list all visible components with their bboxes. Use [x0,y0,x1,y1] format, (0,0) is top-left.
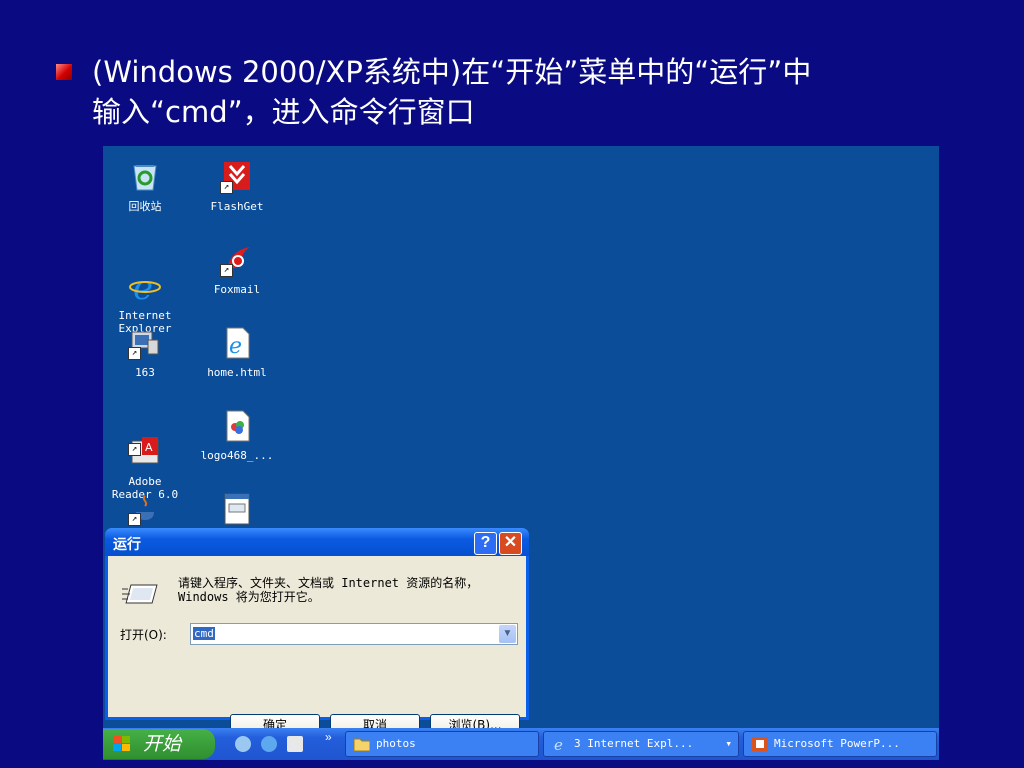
desktop-icon-recycle-bin[interactable]: 回收站 [103,160,187,213]
network-computer-icon: ↗ [128,326,162,360]
run-icon [122,581,160,607]
desktop-icon-window-partial[interactable] [195,492,279,532]
run-dialog: 运行 ? ✕ 请键入程序、文件夹、文档或 Internet 资源的名称，Wind… [105,528,529,738]
quicklaunch-outlook-icon[interactable] [287,736,303,752]
desktop-icon-label: home.html [207,366,267,379]
chevron-down-icon[interactable]: ▼ [499,625,516,643]
slide-text-line-1: (Windows 2000/XP系统中)在“开始”菜单中的“运行”中 [92,55,812,89]
image-file-icon [220,409,254,443]
internet-explorer-icon: e [554,737,563,751]
open-input[interactable]: cmd [193,627,215,640]
desktop-icon-flashget[interactable]: ↗ FlashGet [195,160,279,213]
run-dialog-titlebar[interactable]: 运行 ? ✕ [105,528,529,556]
folder-icon [354,738,370,751]
window-file-icon [220,492,254,526]
task-group-menu[interactable]: ▾ [725,732,732,756]
task-label: Microsoft PowerP... [774,737,900,750]
shortcut-arrow-icon: ↗ [220,264,233,277]
run-dialog-title: 运行 [113,537,141,553]
desktop-icon-home-html[interactable]: e home.html [195,326,279,379]
open-combobox[interactable]: cmd ▼ [190,623,518,645]
start-button[interactable]: 开始 [103,729,215,759]
close-button[interactable]: ✕ [499,532,522,555]
task-powerpoint[interactable]: Microsoft PowerP... [743,731,937,757]
desktop-icon-foxmail[interactable]: ↗ Foxmail [195,243,279,296]
internet-explorer-icon: e [128,256,162,308]
svg-text:e: e [554,737,563,751]
desktop-icon-label: Foxmail [213,283,261,296]
quicklaunch-browser-icon[interactable] [261,736,277,752]
start-label: 开始 [143,733,182,755]
slide-text: (Windows 2000/XP系统中)在“开始”菜单中的“运行”中 输入“cm… [92,52,992,132]
desktop-icon-logo468[interactable]: logo468_... [195,409,279,462]
desktop-icon-label: 163 [135,366,155,379]
task-internet-explorer[interactable]: e 3 Internet Expl... ▾ [543,731,739,757]
desktop-icon-label: 回收站 [128,200,162,213]
desktop-icon-163[interactable]: ↗ 163 [103,326,187,379]
shortcut-arrow-icon: ↗ [220,181,233,194]
desktop-icon-label: FlashGet [210,200,264,213]
quicklaunch-more[interactable]: » [325,730,332,744]
foxmail-icon: ↗ [220,243,254,277]
svg-text:e: e [133,269,153,303]
taskbar: 开始 » photos e 3 Internet Expl... ▾ Micro… [103,728,939,760]
task-label: 3 Internet Expl... [574,737,694,750]
slide-bullet [56,64,72,80]
recycle-bin-icon [128,160,162,194]
slide-text-line-2: 输入“cmd”，进入命令行窗口 [92,95,475,129]
shortcut-arrow-icon: ↗ [128,347,141,360]
desktop-icon-label: logo468_... [200,449,274,462]
shortcut-arrow-icon: ↗ [128,443,141,456]
run-dialog-body: 请键入程序、文件夹、文档或 Internet 资源的名称，Windows 将为您… [108,556,526,738]
desktop-icon-java-partial[interactable]: ↗ [103,492,187,532]
html-file-icon: e [220,326,254,360]
windows-flag-icon [113,736,130,751]
adobe-reader-icon: A ↗ [128,422,162,464]
run-dialog-description: 请键入程序、文件夹、文档或 Internet 资源的名称，Windows 将为您… [178,576,479,604]
desktop-icon-adobe-reader[interactable]: A ↗ Adobe Reader 6.0 [103,409,187,501]
java-icon: ↗ [128,492,162,526]
shortcut-arrow-icon: ↗ [128,513,141,526]
help-button[interactable]: ? [474,532,497,555]
powerpoint-icon [752,737,768,751]
quicklaunch-ie-icon[interactable] [235,736,251,752]
desktop-screenshot: 回收站 ↗ FlashGet e Internet Explorer ↗ Fox… [103,146,939,760]
task-photos[interactable]: photos [345,731,539,757]
flashget-icon: ↗ [220,160,254,194]
task-label: photos [376,737,416,750]
open-label: 打开(O): [120,628,167,642]
svg-text:e: e [229,334,242,359]
desktop-icon-internet-explorer[interactable]: e Internet Explorer [103,243,187,335]
svg-text:A: A [145,441,153,454]
